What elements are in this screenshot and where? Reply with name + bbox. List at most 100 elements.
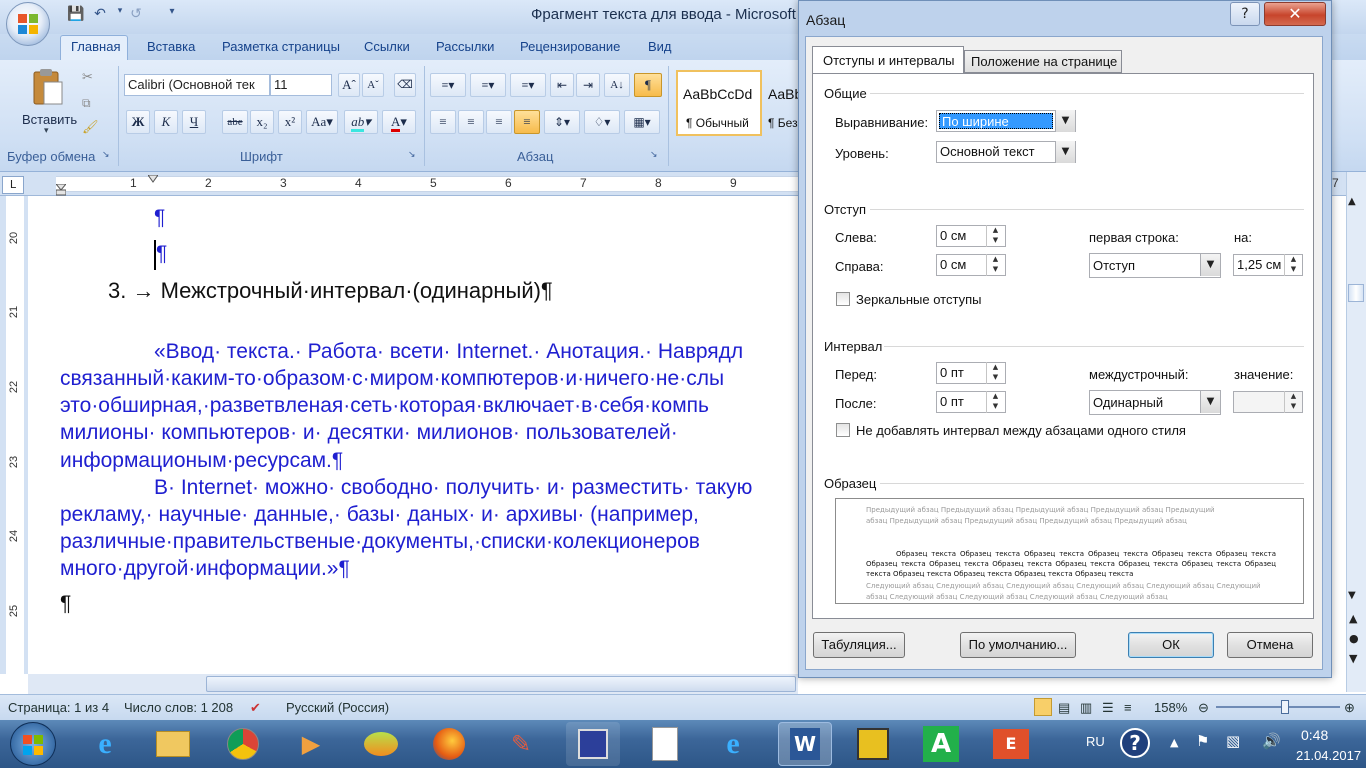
customize-qat-icon[interactable]: ▾ [162, 6, 182, 24]
network-icon[interactable]: ▧ [1226, 732, 1240, 750]
after-spinner[interactable]: ▲ ▼ [986, 391, 1004, 413]
tabs-button[interactable]: Табуляция... [813, 632, 905, 658]
flag-icon[interactable]: ⚑ [1196, 732, 1209, 750]
before-spinner[interactable]: ▲ ▼ [986, 362, 1004, 384]
ie-icon[interactable]: e [706, 722, 760, 766]
firefox-icon[interactable] [422, 722, 476, 766]
align-center-icon[interactable]: ≡ [458, 110, 484, 134]
font-name-combo[interactable]: Calibri (Основной тек [124, 74, 270, 96]
volume-icon[interactable]: 🔊 [1262, 732, 1281, 750]
proofing-icon[interactable]: ✔ [250, 700, 261, 716]
change-case-icon[interactable]: Aa▾ [306, 110, 338, 134]
zoom-slider-thumb[interactable] [1281, 700, 1289, 714]
browse-object-icon[interactable]: ● [1349, 632, 1359, 645]
right-indent-spinner[interactable]: ▲ ▼ [986, 254, 1004, 276]
undo-icon[interactable]: ↶ [90, 6, 110, 24]
tab-home[interactable]: Главная [71, 39, 120, 54]
bold-button[interactable]: Ж [126, 110, 150, 134]
web-view-icon[interactable]: ▥ [1080, 700, 1092, 716]
show-marks-icon[interactable]: ¶ [634, 73, 662, 97]
media-player-icon[interactable]: ▶ [284, 722, 338, 766]
set-default-button[interactable]: По умолчанию... [960, 632, 1076, 658]
by-spinner[interactable]: ▲ ▼ [1284, 254, 1302, 276]
format-painter-icon[interactable]: 🖌 [82, 120, 99, 135]
chrome-icon[interactable] [216, 722, 270, 766]
prev-page-icon[interactable]: ▲ [1349, 612, 1357, 625]
increase-indent-icon[interactable]: ⇥ [576, 73, 600, 97]
hscroll-thumb[interactable] [206, 676, 796, 692]
justify-icon[interactable]: ≡ [514, 110, 540, 134]
clear-format-icon[interactable]: ⌫ [394, 73, 416, 97]
print-layout-view-icon[interactable] [1034, 698, 1052, 716]
ie-icon[interactable]: e [78, 722, 132, 766]
app-icon[interactable] [846, 722, 900, 766]
line-spacing-dropdown-icon[interactable]: ▼ [1200, 391, 1220, 413]
tab-indents-spacing[interactable]: Отступы и интервалы [812, 46, 964, 74]
scroll-up-icon[interactable]: ▲ [1348, 196, 1356, 207]
highlight-icon[interactable]: ab▾ [344, 110, 378, 134]
zoom-in-icon[interactable]: ⊕ [1344, 700, 1355, 716]
numbering-icon[interactable]: ≡▾ [470, 73, 506, 97]
zoom-level[interactable]: 158% [1154, 700, 1187, 715]
style-no-spacing[interactable]: AaBb ¶ Без [764, 70, 802, 136]
align-right-icon[interactable]: ≡ [486, 110, 512, 134]
hanging-indent-marker-icon[interactable] [54, 183, 68, 196]
save-icon[interactable]: 💾 [66, 6, 86, 24]
left-indent-spinner[interactable]: ▲ ▼ [986, 225, 1004, 247]
help-icon[interactable]: ? [1120, 728, 1150, 758]
blank-doc-icon[interactable] [638, 722, 692, 766]
full-screen-view-icon[interactable]: ▤ [1058, 700, 1070, 716]
clock-date[interactable]: 21.04.2017 [1296, 748, 1361, 763]
line-spacing-icon[interactable]: ⇕▾ [544, 110, 580, 134]
borders-icon[interactable]: ▦▾ [624, 110, 660, 134]
paste-label[interactable]: Вставить [22, 112, 77, 127]
app-icon[interactable]: A [914, 722, 968, 766]
dialog-close-icon[interactable]: ✕ [1264, 2, 1326, 26]
font-color-icon[interactable]: A▾ [382, 110, 416, 134]
zoom-slider[interactable] [1216, 706, 1340, 708]
paint-icon[interactable]: ✎ [494, 722, 548, 766]
font-launcher-icon[interactable]: ↘ [408, 150, 416, 160]
no-space-checkbox[interactable] [836, 423, 850, 437]
italic-button[interactable]: К [154, 110, 178, 134]
sort-icon[interactable]: A↓ [604, 73, 630, 97]
tab-line-page-breaks[interactable]: Положение на странице [964, 50, 1122, 73]
draft-view-icon[interactable]: ≡ [1124, 700, 1132, 715]
ok-button[interactable]: ОК [1128, 632, 1214, 658]
scroll-down-icon[interactable]: ▼ [1348, 590, 1356, 601]
outline-view-icon[interactable]: ☰ [1102, 700, 1114, 716]
status-page[interactable]: Страница: 1 из 4 [8, 700, 109, 715]
tab-review[interactable]: Рецензирование [520, 39, 620, 54]
tab-selector-icon[interactable]: L [2, 176, 24, 194]
clock-time[interactable]: 0:48 [1301, 727, 1328, 743]
shrink-font-icon[interactable]: Aˇ [362, 73, 384, 97]
app-icon[interactable]: E [984, 722, 1038, 766]
tray-arrow-icon[interactable]: ▲ [1170, 736, 1178, 749]
scroll-thumb[interactable] [1348, 284, 1364, 302]
alignment-dropdown-icon[interactable]: ▼ [1055, 110, 1075, 132]
grow-font-icon[interactable]: Aˆ [338, 73, 360, 97]
first-line-indent-marker-icon[interactable] [147, 172, 159, 183]
tab-view[interactable]: Вид [648, 39, 672, 54]
app-icon[interactable] [354, 722, 408, 766]
level-dropdown-icon[interactable]: ▼ [1055, 141, 1075, 163]
cancel-button[interactable]: Отмена [1227, 632, 1313, 658]
office-button[interactable] [6, 2, 50, 46]
next-page-icon[interactable]: ▼ [1349, 652, 1357, 665]
align-left-icon[interactable]: ≡ [430, 110, 456, 134]
superscript-icon[interactable]: x² [278, 110, 302, 134]
paragraph-launcher-icon[interactable]: ↘ [650, 150, 658, 160]
input-language[interactable]: RU [1086, 734, 1105, 749]
bullets-icon[interactable]: ≡▾ [430, 73, 466, 97]
multilevel-list-icon[interactable]: ≡▾ [510, 73, 546, 97]
status-language[interactable]: Русский (Россия) [286, 700, 389, 715]
style-normal[interactable]: AaBbCcDd ¶ Обычный [676, 70, 762, 136]
decrease-indent-icon[interactable]: ⇤ [550, 73, 574, 97]
underline-button[interactable]: Ч [182, 110, 206, 134]
copy-icon[interactable]: ⧉ [82, 96, 91, 111]
tab-references[interactable]: Ссылки [364, 39, 410, 54]
at-spinner[interactable]: ▲ ▼ [1284, 391, 1302, 413]
subscript-icon[interactable]: x₂ [250, 110, 274, 134]
zoom-out-icon[interactable]: ⊖ [1198, 700, 1209, 716]
redo-icon[interactable]: ↺ [126, 6, 146, 24]
